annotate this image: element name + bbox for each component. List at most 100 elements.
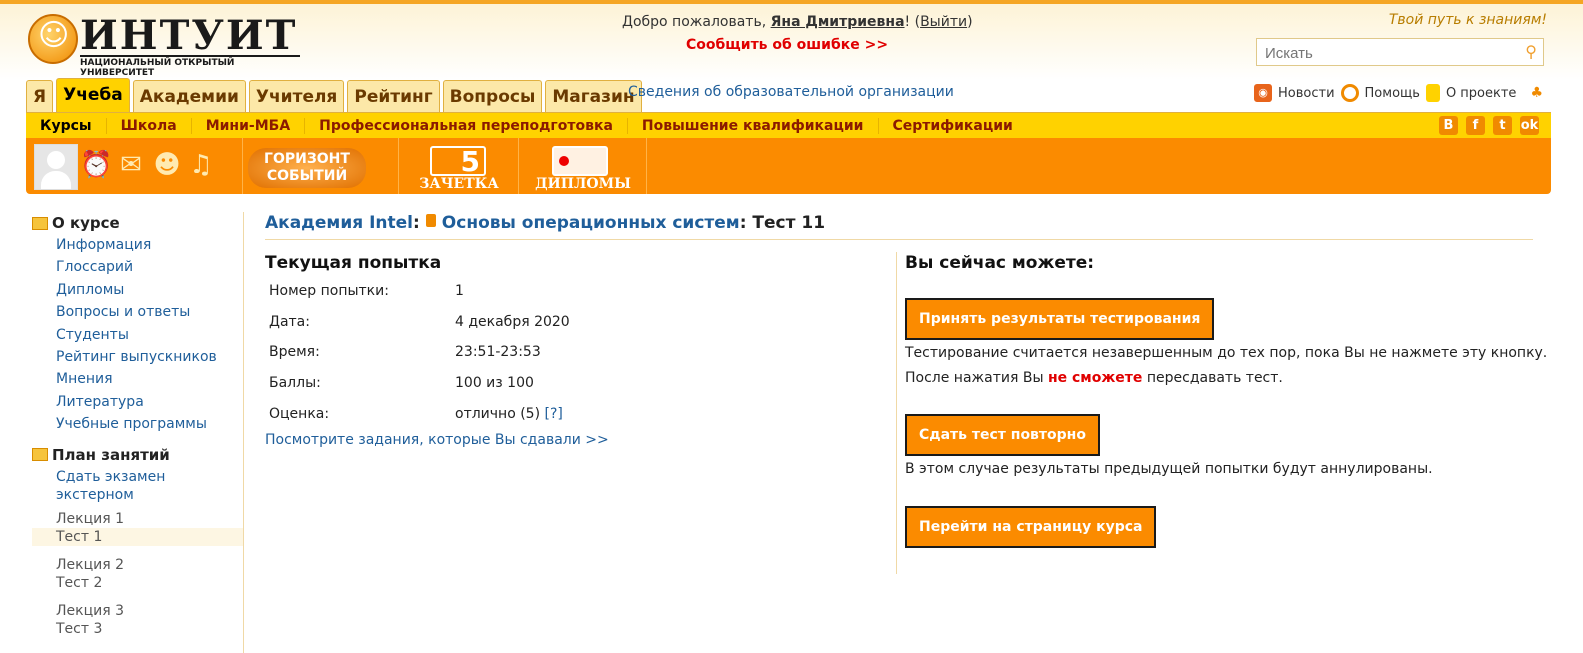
sidebar-item-glossary[interactable]: Глоссарий xyxy=(32,256,244,278)
help-link[interactable]: Помощь xyxy=(1365,86,1420,101)
user-name-link[interactable]: Яна Дмитриевна xyxy=(771,14,905,30)
lesson-group-1: Лекция 1 Тест 1 xyxy=(32,510,244,546)
breadcrumb: Академия Intel: Основы операционных систе… xyxy=(265,213,825,233)
sidebar-item-information[interactable]: Информация xyxy=(32,234,244,256)
subnav-certifications[interactable]: Сертификации xyxy=(879,118,1027,134)
grade-hint-link[interactable]: [?] xyxy=(545,406,563,422)
attempt-number-value: 1 xyxy=(455,283,464,300)
alarm-clock-icon[interactable]: ⏰ xyxy=(80,150,112,180)
breadcrumb-colon: : xyxy=(739,213,747,233)
gradebook-label: ЗАЧЕТКА xyxy=(419,176,499,192)
twitter-icon[interactable]: t xyxy=(1493,116,1512,135)
mail-icon[interactable]: ✉ xyxy=(116,150,146,180)
subnav-retraining[interactable]: Профессиональная переподготовка xyxy=(305,118,628,134)
grade-label: Оценка: xyxy=(269,405,330,422)
sidebar-about-header[interactable]: О курсе xyxy=(32,212,244,234)
bell-icon[interactable]: ♫ xyxy=(186,150,216,180)
sidebar-item-test-3[interactable]: Тест 3 xyxy=(32,620,244,638)
accept-results-button[interactable]: Принять результаты тестирования xyxy=(905,298,1215,340)
sidebar-item-external-exam[interactable]: Сдать экзамен экстерном xyxy=(32,468,244,504)
tab-me[interactable]: Я xyxy=(26,80,54,113)
breadcrumb-course[interactable]: Основы операционных систем xyxy=(442,213,740,233)
attempt-number-label: Номер попытки: xyxy=(269,283,389,300)
main-tabs: Я Учеба Академии Учителя Рейтинг Вопросы… xyxy=(26,78,642,113)
sidebar-item-students[interactable]: Студенты xyxy=(32,324,244,346)
sidebar-item-diplomas[interactable]: Дипломы xyxy=(32,279,244,301)
subnav-courses[interactable]: Курсы xyxy=(26,118,107,134)
accept-note: Тестирование считается незавершенным до … xyxy=(905,345,1548,361)
toolbar-separator xyxy=(518,138,519,194)
tab-rating[interactable]: Рейтинг xyxy=(347,80,440,113)
retake-test-button[interactable]: Сдать тест повторно xyxy=(905,414,1100,456)
go-to-course-button[interactable]: Перейти на страницу курса xyxy=(905,506,1157,548)
date-label: Дата: xyxy=(269,313,310,330)
gradebook-icon: 5 xyxy=(430,146,486,176)
table-row: Время: 23:51-23:53 xyxy=(265,337,685,368)
course-book-icon xyxy=(425,214,436,227)
diplomas-button[interactable]: ДИПЛОМЫ xyxy=(520,138,646,194)
lesson-group-2: Лекция 2 Тест 2 xyxy=(32,556,244,592)
diploma-icon xyxy=(552,146,608,176)
utility-links: ◉ Новости Помощь О проекте ♣ xyxy=(1254,84,1543,102)
external-exam-line2: экстерном xyxy=(56,486,134,503)
rss-icon[interactable]: ◉ xyxy=(1254,84,1273,102)
report-error-link[interactable]: Сообщить об ошибке >> xyxy=(686,37,888,53)
accept-warning-emphasis: не сможете xyxy=(1047,370,1143,386)
friends-icon[interactable]: ☻ xyxy=(152,150,182,180)
diplomas-label: ДИПЛОМЫ xyxy=(535,176,631,192)
external-exam-line1: Сдать экзамен xyxy=(56,468,166,485)
view-tasks-link[interactable]: Посмотрите задания, которые Вы сдавали >… xyxy=(265,432,609,448)
course-sidebar: О курсе Информация Глоссарий Дипломы Воп… xyxy=(32,212,244,638)
sidebar-item-lecture-2[interactable]: Лекция 2 xyxy=(32,556,244,574)
sidebar-item-programs[interactable]: Учебные программы xyxy=(32,413,244,435)
sidebar-item-lecture-3[interactable]: Лекция 3 xyxy=(32,602,244,620)
help-icon[interactable] xyxy=(1340,84,1359,102)
sidebar-item-literature[interactable]: Литература xyxy=(32,391,244,413)
slogan: Твой путь к знаниям! xyxy=(1388,12,1547,28)
grade-cell: отлично (5) [?] xyxy=(451,398,685,429)
vk-icon[interactable]: B xyxy=(1439,116,1458,135)
breadcrumb-colon: : xyxy=(412,213,420,233)
sitemap-icon[interactable]: ♣ xyxy=(1530,85,1543,101)
odnoklassniki-icon[interactable]: ok xyxy=(1520,116,1539,135)
events-horizon-button[interactable]: ГОРИЗОНТ СОБЫТИЙ xyxy=(248,148,366,188)
logout-close-paren: ) xyxy=(967,14,973,30)
about-link[interactable]: О проекте xyxy=(1446,86,1517,101)
score-label: Баллы: xyxy=(269,375,321,392)
attempt-title: Текущая попытка xyxy=(265,253,442,273)
logout-link[interactable]: Выйти xyxy=(920,14,967,30)
table-row: Дата: 4 декабря 2020 xyxy=(265,307,685,338)
search-icon[interactable]: ⚲ xyxy=(1525,42,1537,61)
avatar[interactable] xyxy=(34,144,78,190)
tab-questions[interactable]: Вопросы xyxy=(442,80,543,113)
search-input[interactable] xyxy=(1263,40,1517,66)
time-label: Время: xyxy=(269,344,320,361)
tab-study[interactable]: Учеба xyxy=(56,78,130,113)
user-toolbar: ⏰ ✉ ☻ ♫ ГОРИЗОНТ СОБЫТИЙ 5 ЗАЧЕТКА ДИПЛО… xyxy=(26,138,1551,194)
breadcrumb-academy[interactable]: Академия Intel xyxy=(265,213,413,233)
subnav-mini-mba[interactable]: Мини-МБА xyxy=(192,118,306,134)
sidebar-divider xyxy=(243,212,244,653)
about-icon[interactable] xyxy=(1425,84,1440,102)
attempt-table: Номер попытки: 1 Дата: 4 декабря 2020 Вр… xyxy=(265,276,685,429)
sidebar-plan-header[interactable]: План занятий xyxy=(32,444,244,466)
facebook-icon[interactable]: f xyxy=(1466,116,1485,135)
tab-academies[interactable]: Академии xyxy=(132,80,246,113)
subnav-school[interactable]: Школа xyxy=(107,118,192,134)
lesson-group-3: Лекция 3 Тест 3 xyxy=(32,602,244,638)
date-value: 4 декабря 2020 xyxy=(455,313,570,330)
org-info-link[interactable]: Сведения об образовательной организации xyxy=(628,84,954,100)
sub-navigation: Курсы Школа Мини-МБА Профессиональная пе… xyxy=(26,112,1551,139)
sidebar-item-opinions[interactable]: Мнения xyxy=(32,368,244,390)
gradebook-button[interactable]: 5 ЗАЧЕТКА xyxy=(400,138,518,194)
news-link[interactable]: Новости xyxy=(1278,86,1335,101)
sidebar-item-graduate-rating[interactable]: Рейтинг выпускников xyxy=(32,346,244,368)
intuit-logo[interactable]: ИНТУИТ НАЦИОНАЛЬНЫЙ ОТКРЫТЫЙ УНИВЕРСИТЕТ xyxy=(28,12,300,78)
search-box: ⚲ xyxy=(1256,38,1544,66)
sidebar-item-test-1[interactable]: Тест 1 xyxy=(32,527,244,546)
sidebar-item-lecture-1[interactable]: Лекция 1 xyxy=(32,510,244,528)
tab-teachers[interactable]: Учителя xyxy=(248,80,345,113)
subnav-qualification[interactable]: Повышение квалификации xyxy=(628,118,879,134)
sidebar-item-qa[interactable]: Вопросы и ответы xyxy=(32,301,244,323)
sidebar-item-test-2[interactable]: Тест 2 xyxy=(32,574,244,592)
